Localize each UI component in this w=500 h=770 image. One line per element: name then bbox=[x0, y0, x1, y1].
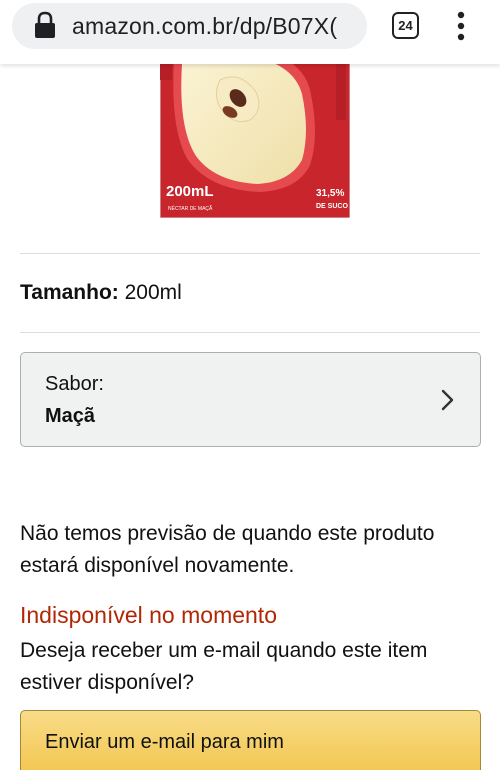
flavor-label: Sabor: bbox=[45, 373, 104, 395]
volume-text: 200mL bbox=[166, 183, 214, 200]
chevron-right-icon bbox=[439, 387, 457, 413]
size-label: Tamanho: bbox=[20, 281, 119, 304]
address-bar[interactable]: amazon.com.br/dp/B07X( bbox=[12, 3, 367, 49]
availability-note: Não temos previsão de quando este produt… bbox=[20, 522, 435, 577]
url-text[interactable]: amazon.com.br/dp/B07X( bbox=[72, 13, 337, 40]
tab-switcher-button[interactable]: 24 bbox=[392, 12, 419, 39]
divider bbox=[20, 253, 480, 254]
product-image[interactable]: 200mL NÉCTAR DE MAÇÃ 31,5% DE SUCO bbox=[160, 40, 350, 218]
lock-icon[interactable] bbox=[34, 11, 60, 41]
notify-question: Deseja receber um e-mail quando este ite… bbox=[20, 639, 428, 694]
small-label-text: NÉCTAR DE MAÇÃ bbox=[168, 205, 213, 212]
notify-me-button[interactable]: Enviar um e-mail para mim bbox=[20, 710, 481, 770]
browser-toolbar: amazon.com.br/dp/B07X( 24 bbox=[0, 0, 500, 64]
unavailable-status: Indisponível no momento bbox=[20, 602, 277, 628]
flavor-value: Maçã bbox=[45, 405, 96, 427]
size-row: Tamanho: 200ml bbox=[20, 281, 182, 305]
juice-label-text: DE SUCO bbox=[316, 203, 348, 210]
notify-me-button-label: Enviar um e-mail para mim bbox=[45, 731, 284, 753]
divider bbox=[20, 332, 480, 333]
flavor-selector[interactable]: Sabor: Maçã bbox=[20, 352, 481, 447]
more-menu-icon[interactable] bbox=[451, 10, 471, 42]
tab-count: 24 bbox=[398, 18, 413, 33]
size-value: 200ml bbox=[118, 281, 182, 304]
juice-percent-text: 31,5% bbox=[316, 188, 344, 199]
